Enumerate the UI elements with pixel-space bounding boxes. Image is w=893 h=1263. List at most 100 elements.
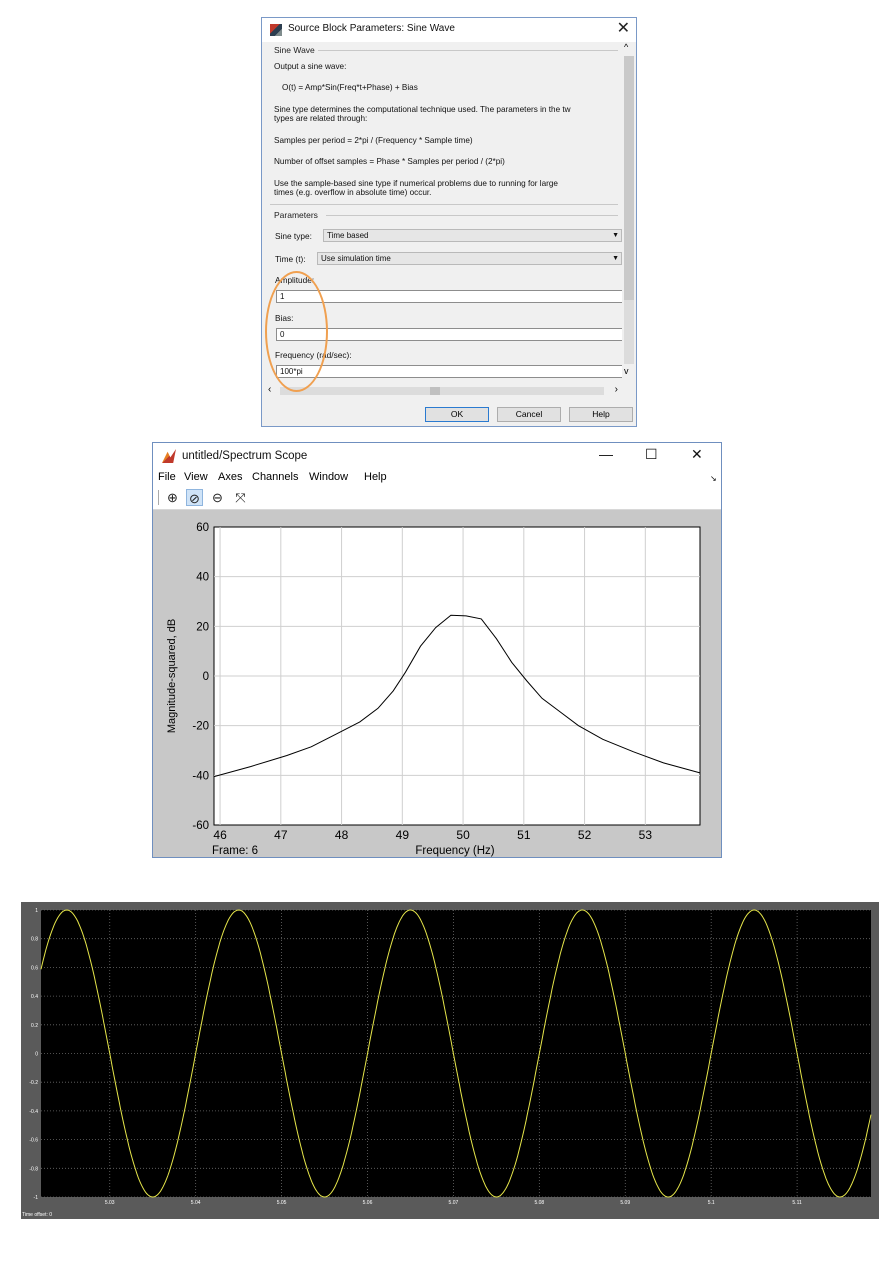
menu-help[interactable]: Help (364, 471, 387, 483)
description-line: Output a sine wave: (274, 62, 347, 71)
x-tick-labels: 46 47 48 49 50 51 52 53 (213, 828, 652, 842)
spectrum-scope-window: untitled/Spectrum Scope — ☐ ✕ File View … (152, 442, 722, 858)
y-tick-label: 0 (203, 671, 209, 683)
frequency-field[interactable]: 100*pi (276, 365, 622, 378)
y-tick-label: -60 (192, 820, 209, 832)
description-use-2: times (e.g. overflow in absolute time) o… (274, 188, 432, 197)
toolbar-grip (158, 490, 159, 505)
y-tick-label: 0.6 (31, 965, 38, 971)
amplitude-field[interactable]: 1 (276, 290, 622, 303)
chevron-left-icon[interactable]: ‹ (268, 384, 271, 395)
x-tick-label: 5.1 (708, 1200, 715, 1206)
x-axis-label: Frequency (Hz) (415, 845, 494, 857)
dock-icon[interactable]: ↘ (710, 474, 717, 483)
section-divider (326, 215, 618, 216)
y-tick-label: -0.8 (29, 1166, 38, 1172)
x-tick-label: 53 (639, 828, 653, 842)
x-tick-label: 5.07 (449, 1200, 459, 1206)
close-icon[interactable]: ✕ (617, 20, 630, 38)
x-tick-label: 48 (335, 828, 349, 842)
description-formula: O(t) = Amp*Sin(Freq*t+Phase) + Bias (282, 83, 418, 92)
x-tick-label: 47 (274, 828, 288, 842)
time-plot: 10.80.60.40.20-0.2-0.4-0.6-0.8-1 5.03 5.0… (22, 908, 872, 1218)
scope-toolbar: ⊕ ⊘ ⊖ ⤧ (153, 486, 721, 510)
section-parameters: Parameters (274, 210, 318, 220)
x-tick-label: 52 (578, 828, 592, 842)
y-tick-label: 0.4 (31, 994, 38, 1000)
time-select[interactable]: Use simulation time ▼ (317, 252, 622, 265)
y-tick-label: 1 (35, 908, 38, 914)
y-tick-labels: 60 40 20 0 -20 -40 -60 (192, 522, 209, 832)
x-tick-label: 5.08 (534, 1200, 544, 1206)
y-tick-label: -1 (34, 1195, 39, 1201)
simulink-block-icon (270, 24, 282, 36)
x-tick-label: 5.06 (363, 1200, 373, 1206)
x-tick-label: 5.09 (620, 1200, 630, 1206)
y-tick-label: -0.6 (29, 1138, 38, 1144)
x-tick-label: 49 (396, 828, 410, 842)
close-icon[interactable]: ✕ (691, 446, 703, 463)
y-tick-label: -20 (192, 721, 209, 733)
chevron-up-icon[interactable]: ^ (624, 42, 628, 52)
x-tick-label: 46 (213, 828, 227, 842)
frame-label: Frame: 6 (212, 845, 258, 857)
menu-bar: File View Axes Channels Window Help ↘ (153, 470, 721, 486)
chevron-right-icon[interactable]: › (615, 384, 618, 395)
scope-title-bar: untitled/Spectrum Scope — ☐ ✕ (153, 443, 721, 470)
chevron-down-icon: ▼ (612, 232, 619, 239)
time-label: Time (t): (275, 254, 306, 264)
sine-type-value: Time based (327, 231, 369, 240)
time-offset-label: Time offset: 0 (22, 1212, 52, 1218)
section-divider (270, 204, 618, 205)
help-button[interactable]: Help (569, 407, 633, 422)
y-tick-label: 0.2 (31, 1023, 38, 1029)
x-tick-labels: 5.03 5.04 5.05 5.06 5.07 5.08 5.09 5.1 5.11 (105, 1200, 802, 1206)
y-tick-labels: 1 0.8 0.6 0.4 0.2 0 -0.2 -0.4 -0.6 -0.8 -1 (29, 908, 38, 1201)
scope-title: untitled/Spectrum Scope (182, 450, 308, 462)
scrollbar-thumb[interactable] (624, 56, 634, 300)
dialog-title: Source Block Parameters: Sine Wave (288, 23, 455, 34)
description-sine-type-2: types are related through: (274, 114, 368, 123)
ok-button[interactable]: OK (425, 407, 489, 422)
y-tick-label: -0.2 (29, 1080, 38, 1086)
y-tick-label: 20 (196, 621, 209, 633)
matlab-logo-icon (162, 449, 176, 463)
section-sine-wave: Sine Wave (274, 45, 315, 55)
menu-axes[interactable]: Axes (218, 471, 242, 483)
menu-channels[interactable]: Channels (252, 471, 298, 483)
dialog-title-bar: Source Block Parameters: Sine Wave ✕ (262, 18, 636, 42)
zoom-in-icon[interactable]: ⊕ (164, 489, 181, 506)
x-tick-label: 51 (517, 828, 531, 842)
chevron-down-icon: ▼ (612, 255, 619, 262)
y-tick-label: -0.4 (29, 1109, 38, 1115)
x-tick-label: 5.05 (277, 1200, 287, 1206)
horizontal-scrollbar[interactable]: ‹ › (266, 384, 620, 396)
maximize-icon[interactable]: ☐ (645, 446, 658, 463)
minimize-icon[interactable]: — (599, 446, 613, 462)
x-tick-label: 5.11 (792, 1200, 802, 1206)
menu-file[interactable]: File (158, 471, 176, 483)
autoscale-icon[interactable]: ⤧ (232, 489, 249, 506)
zoom-y-icon[interactable]: ⊖ (209, 489, 226, 506)
x-tick-label: 5.04 (191, 1200, 201, 1206)
y-tick-label: 40 (196, 572, 209, 584)
cancel-button[interactable]: Cancel (497, 407, 561, 422)
chevron-down-icon[interactable]: v (624, 366, 629, 376)
menu-window[interactable]: Window (309, 471, 348, 483)
y-tick-label: 0 (35, 1052, 38, 1058)
x-tick-label: 50 (456, 828, 470, 842)
sine-type-select[interactable]: Time based ▼ (323, 229, 622, 242)
highlight-annotation (265, 271, 328, 392)
menu-view[interactable]: View (184, 471, 208, 483)
y-tick-label: -40 (192, 770, 209, 782)
scrollbar-track[interactable] (280, 387, 604, 395)
y-tick-label: 0.8 (31, 937, 38, 943)
scrollbar-thumb[interactable] (430, 387, 440, 395)
zoom-x-icon[interactable]: ⊘ (186, 489, 203, 506)
y-axis-label: Magnitude-squared, dB (166, 619, 178, 733)
description-samples: Samples per period = 2*pi / (Frequency *… (274, 136, 473, 145)
vertical-scrollbar[interactable]: ^ v (622, 42, 636, 378)
description-offset: Number of offset samples = Phase * Sampl… (274, 157, 505, 166)
spectrum-plot: 60 40 20 0 -20 -40 -60 46 47 48 49 50 51 52 53 Magnit… (166, 522, 701, 857)
time-value: Use simulation time (321, 254, 391, 263)
